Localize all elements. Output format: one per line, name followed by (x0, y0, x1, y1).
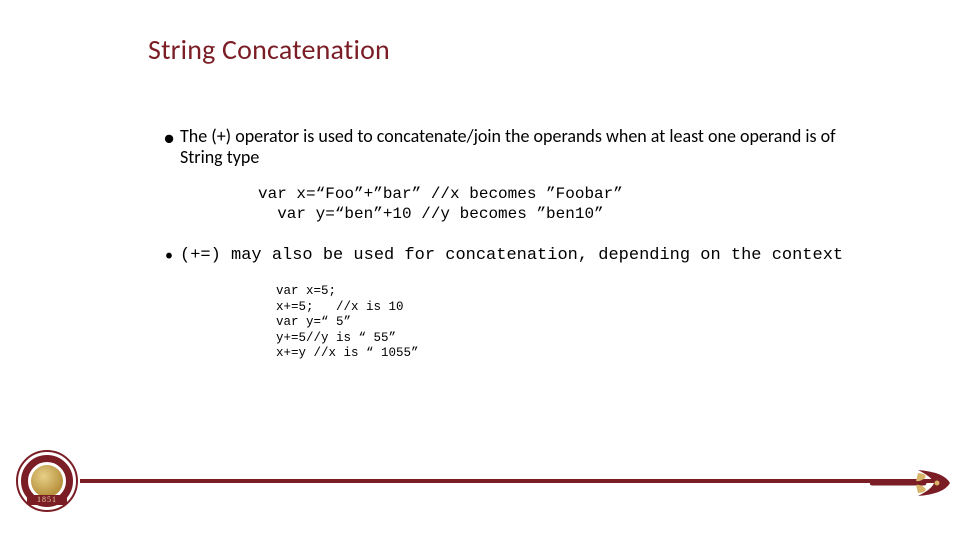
code-example-1: var x=“Foo”+”bar” //x becomes ”Foobar” v… (258, 185, 870, 224)
footer-divider (80, 479, 942, 483)
bullet-item: • (+=) may also be used for concatenatio… (158, 246, 870, 266)
bullet-glyph: ● (158, 126, 180, 147)
seal-year: 1851 (27, 495, 67, 505)
slide-title: String Concatenation (148, 32, 390, 67)
code-example-2: var x=5; x+=5; //x is 10 var y=“ 5” y+=5… (276, 284, 870, 362)
bullet-glyph: • (158, 246, 180, 265)
bullet-text: The (+) operator is used to concatenate/… (180, 126, 870, 167)
spear-icon (870, 462, 952, 504)
slide: String Concatenation ● The (+) operator … (0, 0, 960, 540)
bullet-item: ● The (+) operator is used to concatenat… (158, 126, 870, 167)
bullet-text: (+=) may also be used for concatenation,… (180, 246, 870, 266)
slide-body: ● The (+) operator is used to concatenat… (158, 126, 870, 362)
university-seal-icon: 1851 (16, 450, 78, 512)
